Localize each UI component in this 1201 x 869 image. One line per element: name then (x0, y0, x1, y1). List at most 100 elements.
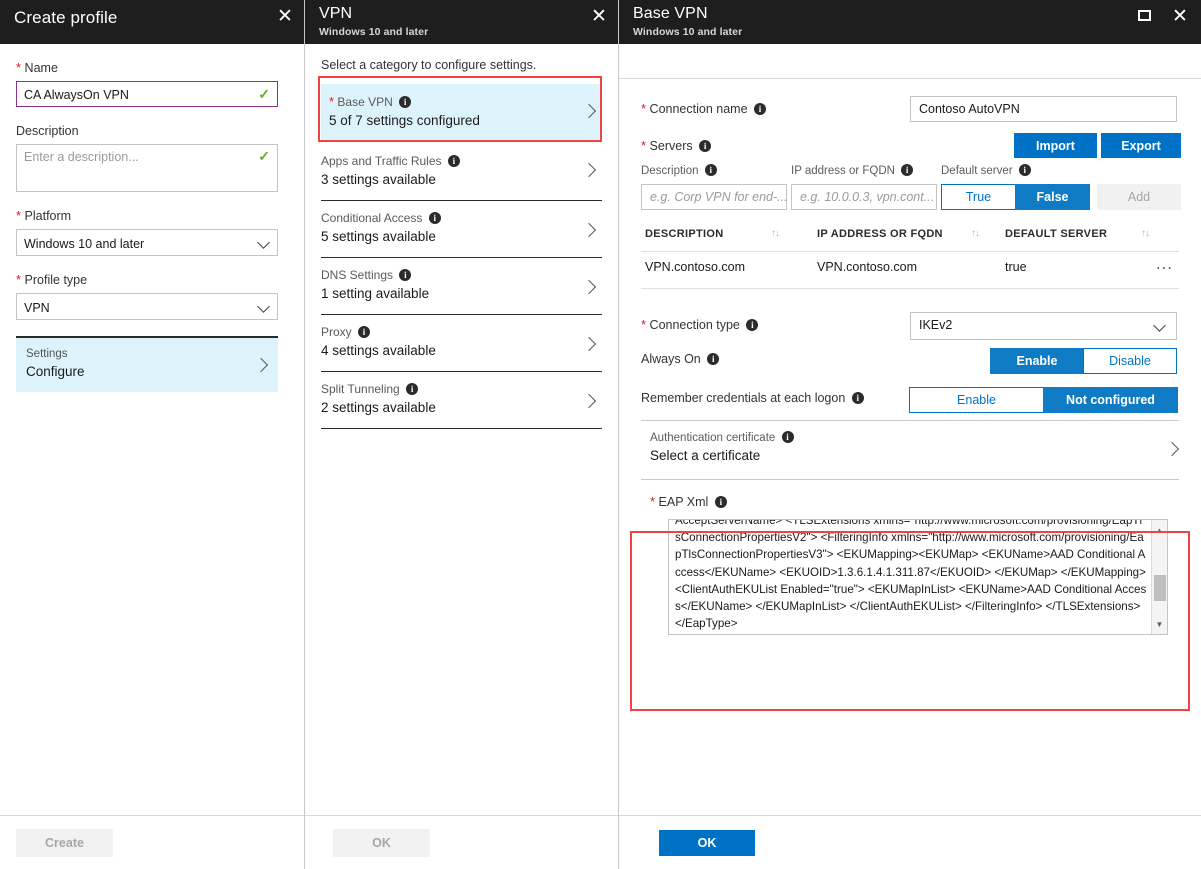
remember-credentials-label: Remember credentials at each logon i (641, 390, 864, 407)
eap-xml-scrollbar[interactable]: ▲ ▼ (1151, 520, 1167, 634)
info-icon[interactable]: i (399, 269, 411, 281)
chevron-down-icon (257, 236, 270, 249)
info-icon[interactable]: i (901, 164, 913, 176)
close-icon[interactable]: ✕ (584, 0, 614, 44)
category-item-split-tunneling[interactable]: Split Tunneling i 2 settings available (321, 371, 602, 428)
name-label: * Name (16, 60, 288, 76)
settings-configure-card[interactable]: Settings Configure (16, 336, 278, 392)
category-item-dns-settings[interactable]: DNS Settings i 1 setting available (321, 257, 602, 314)
table-divider-bottom (641, 288, 1179, 289)
chevron-down-icon (1153, 319, 1166, 332)
column-header-ip[interactable]: IP ADDRESS OR FQDN (817, 228, 943, 240)
info-icon[interactable]: i (715, 496, 727, 508)
info-icon[interactable]: i (852, 392, 864, 404)
info-icon[interactable]: i (782, 431, 794, 443)
info-icon[interactable]: i (746, 319, 758, 331)
remember-credentials-toggle: Enable Not configured (909, 387, 1178, 413)
eap-xml-textarea[interactable]: AcceptServerName> <TLSExtensions xmlns="… (668, 519, 1168, 635)
sort-icon[interactable]: ↑↓ (971, 228, 979, 239)
category-item-proxy[interactable]: Proxy i 4 settings available (321, 314, 602, 371)
default-server-option-false[interactable]: False (1015, 184, 1090, 210)
description-input[interactable]: Enter a description... ✓ (16, 144, 278, 192)
section-divider (641, 420, 1179, 421)
vpn-subtitle: Windows 10 and later (319, 22, 604, 38)
settings-card-subtitle: Configure (26, 362, 268, 381)
category-title: Apps and Traffic Rules (321, 154, 442, 168)
always-on-toggle: Enable Disable (990, 348, 1177, 374)
base-vpn-header: Base VPN Windows 10 and later ✕ (619, 0, 1201, 44)
info-icon[interactable]: i (705, 164, 717, 176)
auth-certificate-value: Select a certificate (650, 448, 760, 463)
info-icon[interactable]: i (1019, 164, 1031, 176)
profile-type-select[interactable]: VPN (16, 293, 278, 320)
close-icon[interactable]: ✕ (1165, 0, 1195, 44)
category-item-apps-and-traffic-rules[interactable]: Apps and Traffic Rules i 3 settings avai… (321, 141, 602, 200)
eap-xml-content: AcceptServerName> <TLSExtensions xmlns="… (675, 519, 1147, 632)
create-profile-footer: Create (0, 815, 304, 869)
maximize-icon[interactable] (1129, 0, 1159, 44)
chevron-right-icon (582, 163, 596, 177)
platform-select[interactable]: Windows 10 and later (16, 229, 278, 256)
remember-credentials-option-enable[interactable]: Enable (909, 387, 1044, 413)
connection-type-row: * Connection type i IKEv2 (619, 296, 1201, 340)
valid-check-icon: ✓ (258, 85, 270, 103)
default-server-option-true[interactable]: True (941, 184, 1016, 210)
name-input[interactable]: CA AlwaysOn VPN ✓ (16, 81, 278, 107)
info-icon[interactable]: i (448, 155, 460, 167)
required-asterisk: * (16, 60, 21, 75)
row-context-menu-icon[interactable]: ... (1156, 254, 1173, 274)
sort-icon[interactable]: ↑↓ (771, 228, 779, 239)
platform-label: * Platform (16, 208, 288, 224)
info-icon[interactable]: i (429, 212, 441, 224)
sort-icon[interactable]: ↑↓ (1141, 228, 1149, 239)
column-header-description[interactable]: DESCRIPTION (645, 228, 723, 240)
category-item-conditional-access[interactable]: Conditional Access i 5 settings availabl… (321, 200, 602, 257)
info-icon[interactable]: i (707, 353, 719, 365)
default-server-toggle: True False (941, 184, 1090, 210)
always-on-option-disable[interactable]: Disable (1083, 348, 1177, 374)
info-icon[interactable]: i (406, 383, 418, 395)
ok-button[interactable]: OK (659, 830, 755, 856)
servers-label: * Servers i (641, 137, 711, 155)
profile-type-label: * Profile type (16, 272, 288, 288)
servers-row: * Servers i Import Export (619, 125, 1201, 163)
info-icon[interactable]: i (754, 103, 766, 115)
connection-type-select[interactable]: IKEv2 (910, 312, 1177, 340)
chevron-right-icon (582, 394, 596, 408)
remember-credentials-option-not-configured[interactable]: Not configured (1043, 387, 1178, 413)
category-title: Base VPN (337, 95, 392, 109)
cell-default-server: true (1005, 260, 1027, 274)
close-icon[interactable]: ✕ (270, 0, 300, 44)
azure-portal-screen: Create profile ✕ * Name CA AlwaysOn VPN … (0, 0, 1201, 869)
vpn-category-list: * Base VPN i 5 of 7 settings configured … (305, 84, 618, 429)
export-button[interactable]: Export (1101, 133, 1181, 158)
add-server-button[interactable]: Add (1097, 184, 1181, 210)
required-asterisk: * (650, 494, 655, 509)
required-asterisk: * (16, 272, 21, 287)
panel-divider (304, 0, 305, 869)
required-asterisk: * (641, 317, 646, 332)
category-subtitle: 2 settings available (321, 398, 572, 418)
server-ip-input[interactable]: e.g. 10.0.0.3, vpn.cont... (791, 184, 937, 210)
servers-table: DESCRIPTION ↑↓ IP ADDRESS OR FQDN ↑↓ DEF… (619, 220, 1201, 296)
server-description-input[interactable]: e.g. Corp VPN for end-... (641, 184, 787, 210)
category-item-base-vpn[interactable]: * Base VPN i 5 of 7 settings configured (321, 84, 602, 141)
scroll-down-icon[interactable]: ▼ (1152, 616, 1167, 632)
base-vpn-form: * Connection name i Contoso AutoVPN * Se… (619, 79, 1201, 615)
connection-name-input[interactable]: Contoso AutoVPN (910, 96, 1177, 122)
create-button[interactable]: Create (16, 829, 113, 857)
ok-button[interactable]: OK (333, 829, 430, 857)
category-title: DNS Settings (321, 268, 393, 282)
required-asterisk: * (16, 208, 21, 223)
base-vpn-subtitle: Windows 10 and later (633, 22, 1187, 38)
info-icon[interactable]: i (699, 140, 711, 152)
scrollbar-thumb[interactable] (1154, 575, 1166, 601)
info-icon[interactable]: i (399, 96, 411, 108)
auth-certificate-row[interactable]: Authentication certificate i Select a ce… (619, 420, 1201, 480)
scroll-up-icon[interactable]: ▲ (1152, 522, 1167, 538)
column-header-default-server[interactable]: DEFAULT SERVER (1005, 228, 1107, 240)
import-button[interactable]: Import (1014, 133, 1097, 158)
always-on-option-enable[interactable]: Enable (990, 348, 1084, 374)
connection-name-row: * Connection name i Contoso AutoVPN (619, 79, 1201, 125)
info-icon[interactable]: i (358, 326, 370, 338)
